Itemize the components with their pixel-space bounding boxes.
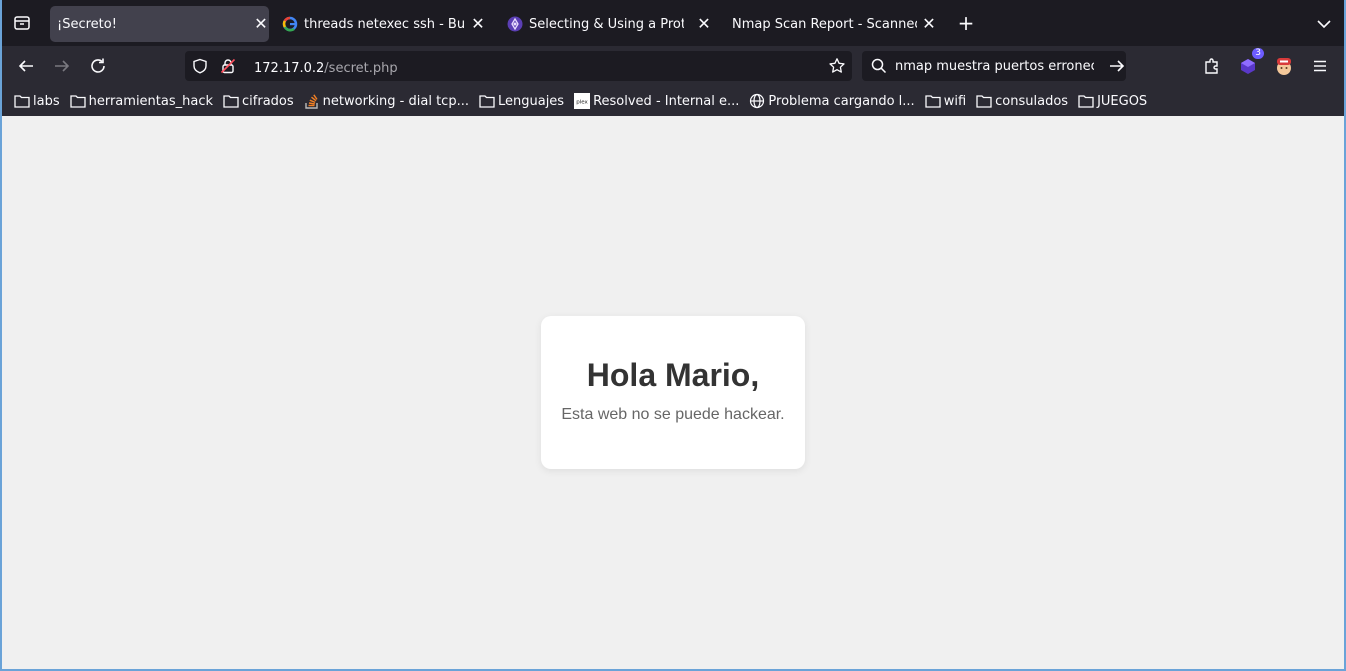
tab-threads-netexec[interactable]: threads netexec ssh - Buscar c ✕ xyxy=(282,6,486,42)
puzzle-icon xyxy=(1205,58,1218,74)
search-go-arrow-icon[interactable] xyxy=(1108,57,1126,75)
folder-icon xyxy=(925,93,941,109)
plex-icon: plex xyxy=(574,93,591,109)
firefox-view-button[interactable] xyxy=(0,0,44,46)
bookmark-label: JUEGOS xyxy=(1097,93,1148,109)
back-button[interactable] xyxy=(14,54,38,78)
extensions-button[interactable] xyxy=(1200,54,1224,78)
bookmark-label: Resolved - Internal e... xyxy=(593,93,740,109)
search-icon xyxy=(871,58,887,74)
insecure-lock-icon[interactable] xyxy=(220,58,236,74)
page-message: Esta web no se puede hackear. xyxy=(561,406,785,423)
plex-icon-text: plex xyxy=(576,100,588,106)
close-icon[interactable]: ✕ xyxy=(253,16,269,32)
tab-title: ¡Secreto! xyxy=(57,16,117,32)
arrow-right-icon xyxy=(55,60,70,72)
folder-icon xyxy=(14,93,30,109)
greeting-card: Hola Mario, Esta web no se puede hackear… xyxy=(541,316,805,469)
extension-avatar-icon xyxy=(1277,58,1291,75)
bookmark-herramientas-hack[interactable]: herramientas_hack xyxy=(69,93,214,109)
bookmark-label: Lenguajes xyxy=(497,93,565,109)
address-bar[interactable]: 172.17.0.2/secret.php xyxy=(185,51,852,81)
close-icon[interactable]: ✕ xyxy=(470,16,486,32)
extension-badge: 3 xyxy=(1252,48,1264,59)
list-all-tabs-button[interactable] xyxy=(1314,14,1334,34)
bookmark-juegos[interactable]: JUEGOS xyxy=(1078,93,1147,109)
bookmark-consulados[interactable]: consulados xyxy=(976,93,1068,109)
bookmark-problema-cargando[interactable]: Problema cargando l... xyxy=(749,93,915,109)
bookmark-cifrados[interactable]: cifrados xyxy=(223,93,294,109)
folder-icon xyxy=(1078,93,1094,109)
page-content: Hola Mario, Esta web no se puede hackear… xyxy=(0,116,1346,671)
bookmark-resolved-internal[interactable]: plex Resolved - Internal e... xyxy=(574,93,739,109)
navigation-toolbar: 172.17.0.2/secret.php nmap muestra puert… xyxy=(0,46,1346,86)
bookmark-label: Problema cargando l... xyxy=(768,93,915,109)
bookmark-star-icon[interactable] xyxy=(828,57,846,75)
folder-icon xyxy=(223,93,239,109)
tab-nmap-report[interactable]: Nmap Scan Report - Scanned at S ✕ xyxy=(732,6,937,42)
extension-cube-icon xyxy=(1241,59,1255,74)
folder-icon xyxy=(976,93,992,109)
bookmark-networking[interactable]: networking - dial tcp... xyxy=(304,93,469,109)
forward-button[interactable] xyxy=(50,54,74,78)
bookmark-label: networking - dial tcp... xyxy=(322,93,469,109)
reload-button[interactable] xyxy=(86,54,110,78)
shield-icon[interactable] xyxy=(192,58,208,74)
bookmark-label: wifi xyxy=(943,93,967,109)
bookmark-label: herramientas_hack xyxy=(88,93,214,109)
tab-title: Nmap Scan Report - Scanned at S xyxy=(732,16,917,32)
firefox-view-icon xyxy=(14,16,30,30)
close-icon[interactable]: ✕ xyxy=(921,16,937,32)
page-heading: Hola Mario, xyxy=(586,357,760,393)
tab-strip: ¡Secreto! ✕ threads netexec ssh - Buscar… xyxy=(0,0,1346,46)
arrow-left-icon xyxy=(18,60,33,72)
tab-selecting-protocol[interactable]: Selecting & Using a Protocol | ✕ xyxy=(507,6,712,42)
extension-purple-button[interactable]: 3 xyxy=(1236,48,1264,78)
bookmark-lenguajes[interactable]: Lenguajes xyxy=(479,93,564,109)
bookmark-label: labs xyxy=(33,93,60,109)
new-tab-button[interactable]: + xyxy=(956,13,976,33)
reload-icon xyxy=(91,58,105,73)
url-host: 172.17.0.2 xyxy=(254,60,325,76)
tab-secreto[interactable]: ¡Secreto! ✕ xyxy=(50,6,269,42)
folder-icon xyxy=(479,93,495,109)
google-icon xyxy=(282,16,298,32)
folder-icon xyxy=(69,93,86,109)
bookmark-wifi[interactable]: wifi xyxy=(925,93,966,109)
protocol-icon xyxy=(507,16,523,32)
bookmark-label: consulados xyxy=(995,93,1069,109)
bookmark-labs[interactable]: labs xyxy=(14,93,60,109)
hamburger-menu-icon xyxy=(1314,60,1326,72)
close-icon[interactable]: ✕ xyxy=(696,16,712,32)
url-path: /secret.php xyxy=(324,60,398,76)
tab-title: threads netexec ssh - Buscar c xyxy=(304,16,465,32)
bookmark-label: cifrados xyxy=(242,93,294,109)
globe-icon xyxy=(749,93,765,109)
stackoverflow-icon xyxy=(304,93,320,109)
app-menu-button[interactable] xyxy=(1308,54,1332,78)
search-bar[interactable] xyxy=(862,51,1126,81)
bookmarks-toolbar: labs herramientas_hack cifrados networki… xyxy=(0,86,1346,116)
extension-avatar-button[interactable] xyxy=(1272,54,1296,78)
chevron-down-icon xyxy=(1317,20,1331,29)
tab-title: Selecting & Using a Protocol | xyxy=(529,16,684,32)
url-text[interactable]: 172.17.0.2/secret.php xyxy=(254,57,398,76)
search-input[interactable] xyxy=(895,58,1094,74)
